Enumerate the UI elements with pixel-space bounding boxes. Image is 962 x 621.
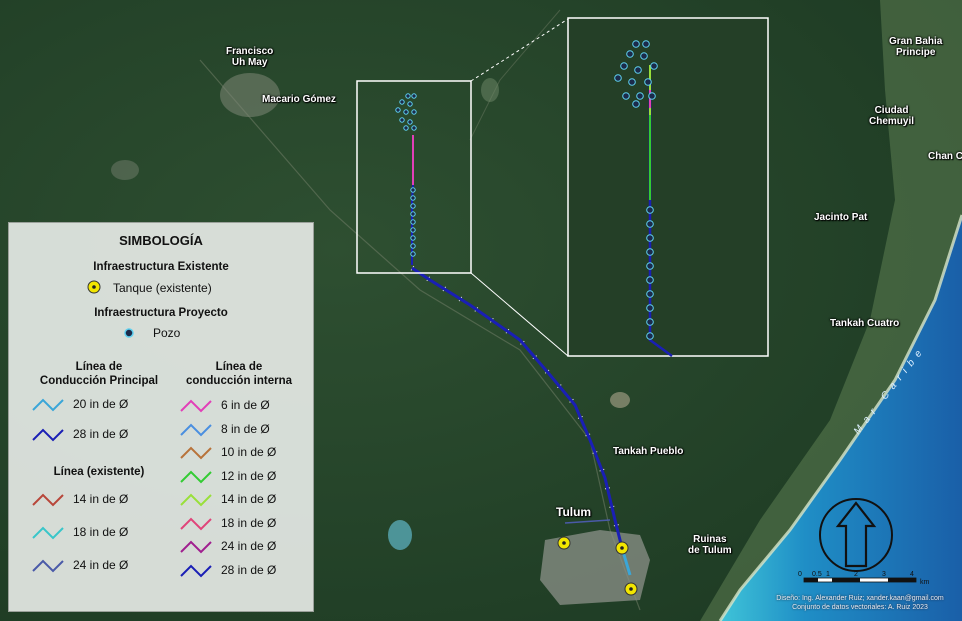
credit-line: Conjunto de datos vectoriales: A. Ruiz 2… bbox=[792, 604, 928, 611]
credit-line: Diseño: Ing. Alexander Ruiz; xander.kaan… bbox=[776, 595, 944, 602]
map[interactable]: Francisco Uh May Macario Gómez Gran Bahia… bbox=[0, 0, 962, 621]
scale-tick-label: 2 bbox=[854, 571, 858, 578]
scale-unit-label: km bbox=[920, 579, 930, 586]
scale-tick-label: 0.5 bbox=[812, 571, 822, 578]
scale-tick-label: 1 bbox=[826, 571, 830, 578]
scale-tick-label: 3 bbox=[882, 571, 886, 578]
scale-tick-label: 4 bbox=[910, 571, 914, 578]
scale-tick-label: 0 bbox=[798, 571, 802, 578]
scale-bar bbox=[803, 577, 917, 583]
